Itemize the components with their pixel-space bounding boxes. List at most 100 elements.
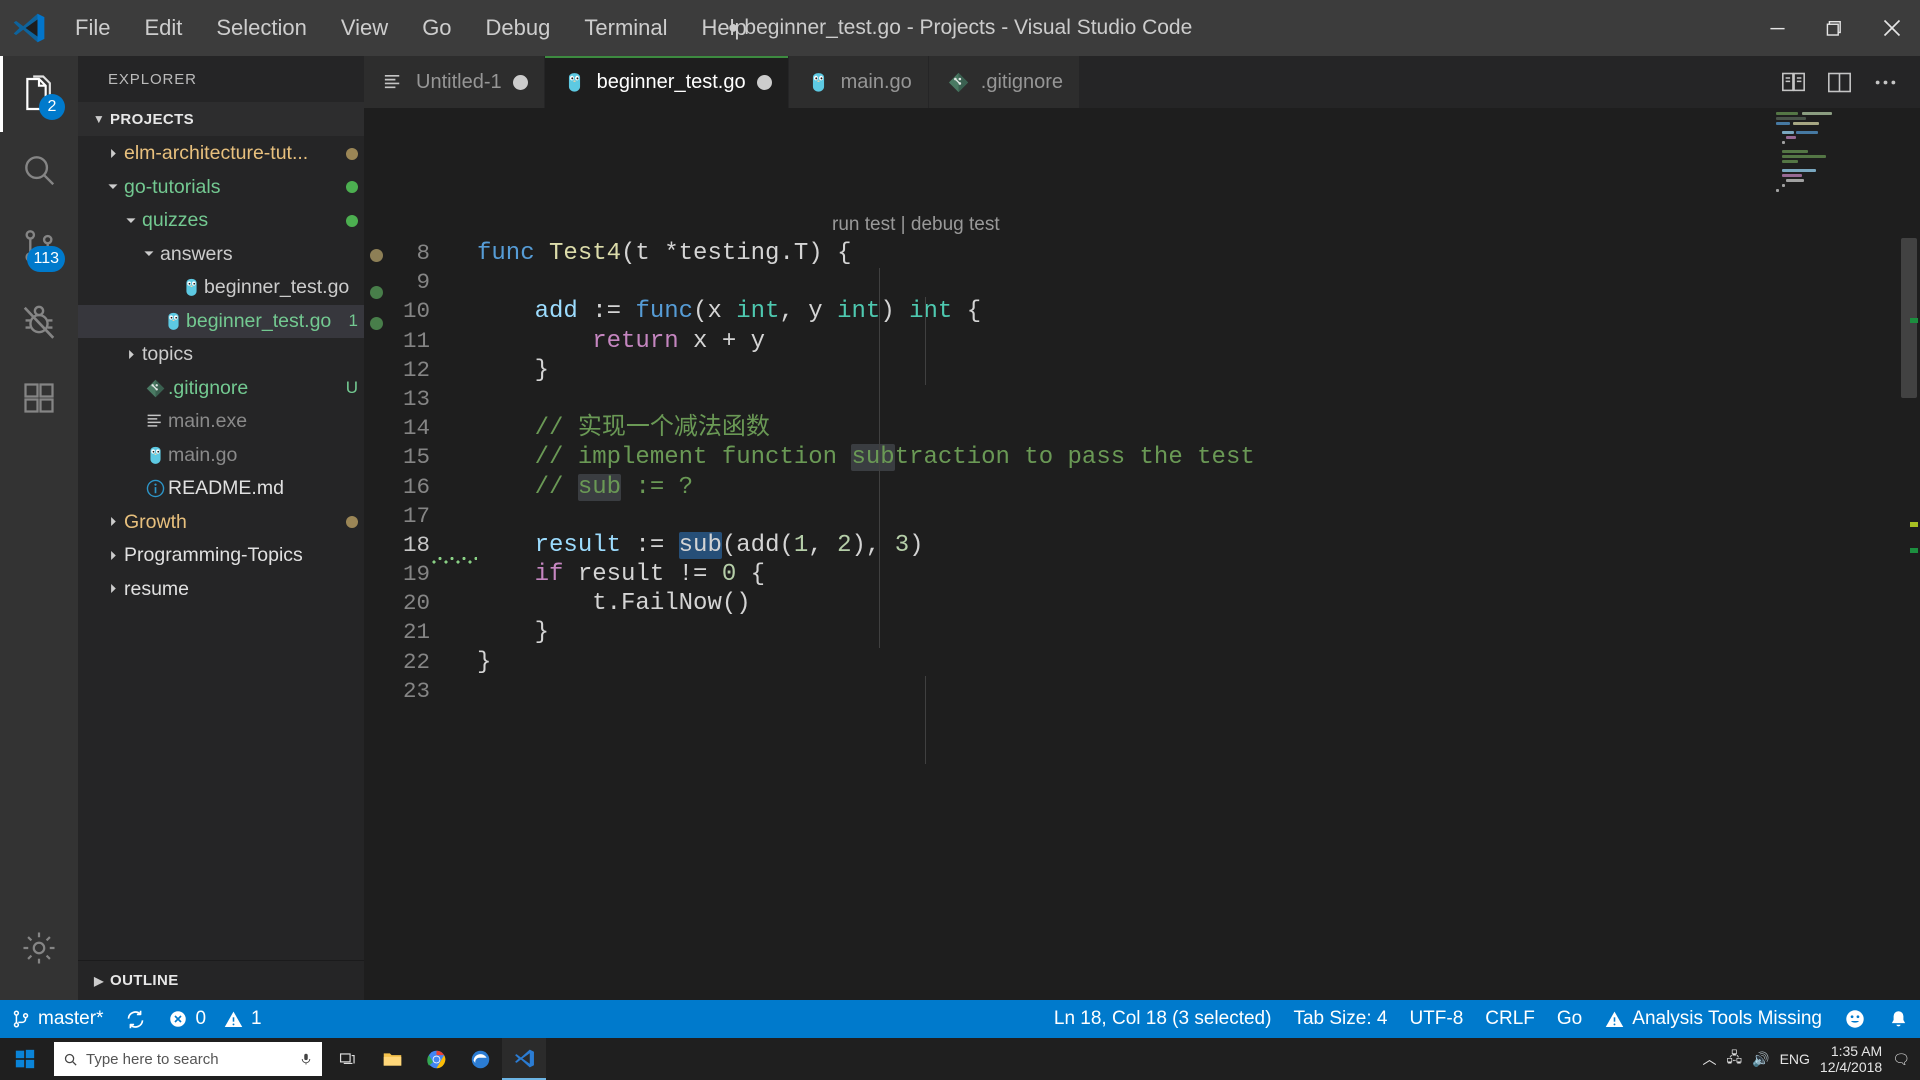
run-test-link[interactable]: run test (832, 214, 895, 235)
explorer-section-projects[interactable]: ▼ PROJECTS (78, 102, 364, 136)
code-lines[interactable]: 8 func Test4(t *testing.T) {9 10 add := fu… (364, 239, 1920, 1000)
status-encoding[interactable]: UTF-8 (1398, 1000, 1474, 1038)
code-editor[interactable]: run test | debug test 8 func Test4(t *tes… (364, 108, 1920, 1000)
start-button[interactable] (0, 1038, 50, 1080)
code-line[interactable]: 16 // sub := ? (364, 473, 1920, 502)
minimize-button[interactable] (1749, 0, 1806, 56)
code-line[interactable]: 10 add := func(x int, y int) int { (364, 297, 1920, 326)
chevron-right-icon[interactable]: ⏵ (102, 146, 124, 162)
tree-folder-row[interactable]: ⏷ quizzes (78, 204, 364, 238)
indent-guide (925, 676, 926, 764)
chevron-right-icon[interactable]: ⏵ (102, 514, 124, 530)
menu-help[interactable]: Help (685, 10, 764, 46)
chevron-down-icon[interactable]: ⏷ (138, 246, 160, 262)
line-number: 19 (402, 561, 430, 588)
status-sync[interactable] (114, 1000, 157, 1038)
status-branch[interactable]: master* (0, 1000, 114, 1038)
code-line[interactable]: 12 } (364, 356, 1920, 385)
tab-dirty-indicator[interactable] (756, 74, 772, 90)
tab-dirty-indicator[interactable] (512, 74, 528, 90)
status-cursor-position[interactable]: Ln 18, Col 18 (3 selected) (1043, 1000, 1283, 1038)
editor-tab[interactable]: beginner_test.go (544, 56, 789, 108)
code-line[interactable]: 9 (364, 268, 1920, 297)
code-line[interactable]: 20 t.FailNow() (364, 589, 1920, 618)
status-language-mode[interactable]: Go (1546, 1000, 1593, 1038)
debug-test-link[interactable]: debug test (911, 214, 1000, 235)
status-tab-size[interactable]: Tab Size: 4 (1282, 1000, 1398, 1038)
code-line[interactable]: 19 if result != 0 { (364, 560, 1920, 589)
menu-terminal[interactable]: Terminal (567, 10, 684, 46)
editor-tab[interactable]: Untitled-1 (364, 56, 545, 108)
tree-folder-row[interactable]: ⏷ go-tutorials (78, 171, 364, 205)
tree-file-row[interactable]: beginner_test.go 1 (78, 304, 364, 338)
vscode-taskbar-icon[interactable] (502, 1038, 546, 1080)
edge-icon[interactable] (458, 1038, 502, 1080)
tray-network-icon[interactable]: 🖧 (1727, 1047, 1743, 1071)
code-line[interactable]: 13 (364, 385, 1920, 414)
menu-edit[interactable]: Edit (127, 10, 199, 46)
open-changes-icon[interactable] (1770, 56, 1816, 108)
tree-file-row[interactable]: main.exe (78, 405, 364, 439)
code-line[interactable]: 21 } (364, 618, 1920, 647)
code-lens-separator: | (900, 214, 906, 235)
tree-folder-row[interactable]: ⏵ Programming-Topics (78, 539, 364, 573)
editor-tab[interactable]: main.go (788, 56, 929, 108)
status-feedback[interactable] (1833, 1000, 1877, 1038)
tray-volume-icon[interactable]: 🔊 (1752, 1051, 1769, 1068)
more-actions-icon[interactable] (1862, 56, 1908, 108)
status-errors[interactable]: 0 1 (157, 1000, 272, 1038)
activity-explorer[interactable]: 2 (0, 56, 78, 132)
file-explorer-icon[interactable] (370, 1038, 414, 1080)
menu-go[interactable]: Go (405, 10, 468, 46)
chrome-icon[interactable] (414, 1038, 458, 1080)
code-line[interactable]: 8 func Test4(t *testing.T) { (364, 239, 1920, 268)
taskbar-clock[interactable]: 1:35 AM 12/4/2018 (1820, 1043, 1882, 1075)
chevron-right-icon[interactable]: ⏵ (120, 347, 142, 363)
editor-scrollbar[interactable] (1898, 108, 1920, 1000)
code-line[interactable]: 15 // implement function subtraction to … (364, 443, 1920, 472)
tree-folder-row[interactable]: ⏵ elm-architecture-tut... (78, 137, 364, 171)
notification-center-icon[interactable]: 🗨 (1892, 1051, 1910, 1068)
menu-view[interactable]: View (324, 10, 405, 46)
code-line[interactable]: 23 (364, 677, 1920, 706)
activity-extensions[interactable] (0, 360, 78, 436)
git-status-dot (346, 516, 358, 529)
outline-section[interactable]: ▶ OUTLINE (78, 960, 364, 1000)
split-editor-icon[interactable] (1816, 56, 1862, 108)
taskbar-search[interactable]: Type here to search (54, 1042, 322, 1076)
tree-file-row[interactable]: .gitignore U (78, 372, 364, 406)
menu-file[interactable]: File (58, 10, 127, 46)
activity-source-control[interactable]: 113 (0, 208, 78, 284)
chevron-right-icon[interactable]: ⏵ (102, 548, 124, 564)
tree-folder-row[interactable]: ⏷ answers (78, 238, 364, 272)
code-line[interactable]: 18 result := sub(add(1, 2), 3) (364, 531, 1920, 565)
status-go-analysis[interactable]: Analysis Tools Missing (1593, 1000, 1833, 1038)
close-button[interactable] (1863, 0, 1920, 56)
tree-folder-row[interactable]: ⏵ topics (78, 338, 364, 372)
activity-search[interactable] (0, 132, 78, 208)
editor-tab[interactable]: .gitignore (928, 56, 1081, 108)
activity-manage[interactable] (0, 910, 78, 986)
chevron-down-icon[interactable]: ⏷ (120, 213, 142, 229)
chevron-right-icon[interactable]: ⏵ (102, 581, 124, 597)
status-notifications[interactable] (1877, 1000, 1920, 1038)
task-view-icon[interactable] (326, 1038, 370, 1080)
minimap[interactable] (1776, 108, 1896, 1000)
tree-file-row[interactable]: README.md (78, 472, 364, 506)
chevron-down-icon[interactable]: ⏷ (102, 179, 124, 195)
tray-language[interactable]: ENG (1780, 1051, 1810, 1067)
status-eol[interactable]: CRLF (1474, 1000, 1546, 1038)
activity-debug[interactable] (0, 284, 78, 360)
code-line[interactable]: 22} (364, 648, 1920, 677)
code-line[interactable]: 17 (364, 502, 1920, 531)
menu-debug[interactable]: Debug (469, 10, 568, 46)
code-line[interactable]: 11 return x + y (364, 327, 1920, 356)
tree-folder-row[interactable]: ⏵ Growth (78, 506, 364, 540)
code-line[interactable]: 14 // 实现一个减法函数 (364, 414, 1920, 443)
tree-file-row[interactable]: beginner_test.go (78, 271, 364, 305)
maximize-button[interactable] (1806, 0, 1863, 56)
tree-file-row[interactable]: main.go (78, 439, 364, 473)
tray-chevron-icon[interactable]: ︿ (1703, 1049, 1717, 1069)
tree-folder-row[interactable]: ⏵ resume (78, 573, 364, 607)
menu-selection[interactable]: Selection (199, 10, 324, 46)
